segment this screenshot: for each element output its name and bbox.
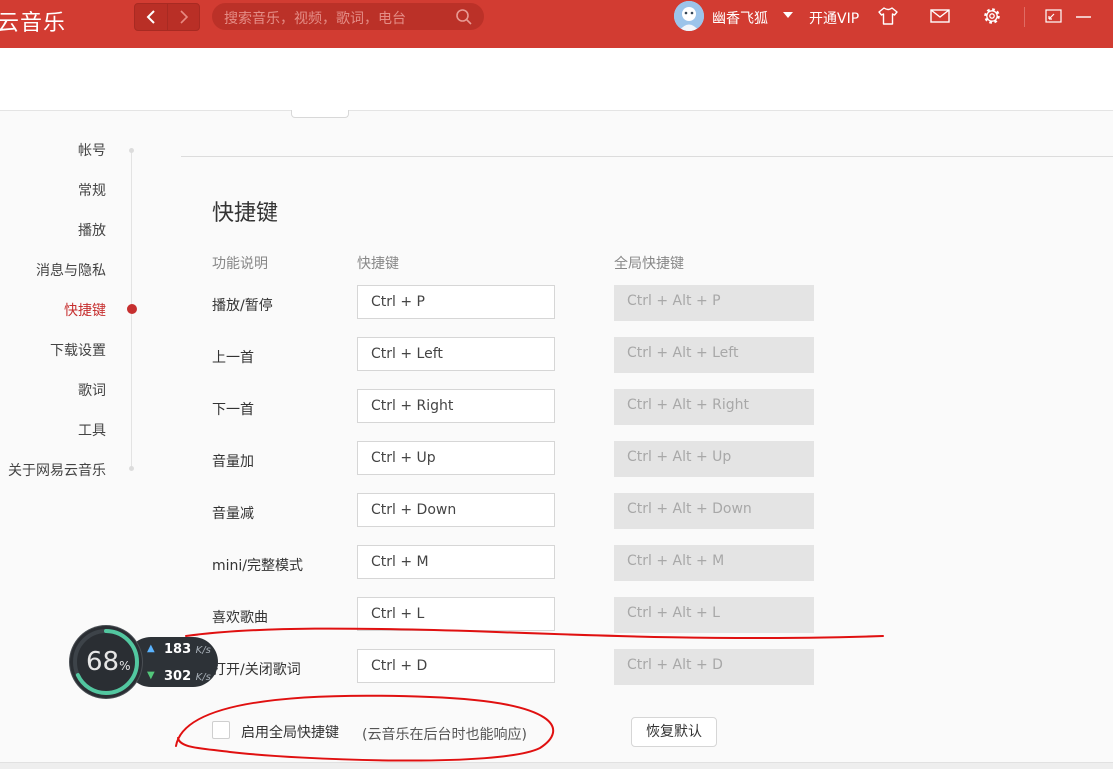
sidebar-item-download-settings[interactable]: 下载设置: [50, 340, 106, 360]
global-hotkey-value: Ctrl + Alt + Right: [627, 397, 749, 413]
hotkey-value: Ctrl + M: [371, 554, 429, 570]
sidebar-active-dot: [127, 304, 137, 314]
global-hotkey-value: Ctrl + Alt + Left: [627, 345, 739, 361]
hotkey-value: Ctrl + Left: [371, 346, 443, 362]
hotkey-input-volume-down[interactable]: Ctrl + Down: [357, 493, 555, 527]
settings-header-area: [0, 48, 1113, 111]
hotkey-value: Ctrl + Up: [371, 450, 436, 466]
shortcut-label-volume-down: 音量减: [212, 506, 254, 522]
shortcut-label-next: 下一首: [212, 402, 254, 418]
hotkey-value: Ctrl + L: [371, 606, 425, 622]
hotkey-input-mini-mode[interactable]: Ctrl + M: [357, 545, 555, 579]
hotkey-value: Ctrl + P: [371, 294, 425, 310]
global-hotkey-value: Ctrl + Alt + D: [627, 657, 723, 673]
column-header-global-hotkey: 全局快捷键: [614, 256, 684, 272]
chevron-left-icon: [146, 10, 155, 24]
hotkey-value: Ctrl + Down: [371, 502, 457, 518]
shortcut-label-previous: 上一首: [212, 350, 254, 366]
mini-mode-icon[interactable]: [1043, 5, 1065, 27]
avatar-image: [674, 1, 704, 31]
avatar[interactable]: [674, 1, 704, 31]
hotkey-input-play-pause[interactable]: Ctrl + P: [357, 285, 555, 319]
global-hotkey-input-toggle-lyrics[interactable]: Ctrl + Alt + D: [614, 649, 814, 685]
memory-usage-gauge: 68%: [70, 626, 142, 698]
global-hotkey-value: Ctrl + Alt + M: [627, 553, 725, 569]
global-hotkey-input-mini-mode[interactable]: Ctrl + Alt + M: [614, 545, 814, 581]
system-monitor-widget[interactable]: 68% ▲ 183 K/s ▼ 302 K/s: [70, 626, 220, 700]
header-tab-edge: [291, 110, 349, 118]
hotkey-value: Ctrl + D: [371, 658, 428, 674]
toolbar-divider: [1024, 7, 1025, 27]
sidebar-item-playback[interactable]: 播放: [78, 220, 106, 240]
mail-icon[interactable]: [929, 5, 951, 27]
chevron-down-icon[interactable]: [782, 10, 794, 20]
upload-speed: ▲ 183 K/s: [147, 642, 211, 657]
shortcut-label-toggle-lyrics: 打开/关闭歌词: [212, 662, 301, 678]
global-hotkey-input-previous[interactable]: Ctrl + Alt + Left: [614, 337, 814, 373]
sidebar-dot: [129, 148, 134, 153]
back-button[interactable]: [135, 4, 167, 30]
column-header-function: 功能说明: [212, 256, 268, 272]
shortcut-label-mini-mode: mini/完整模式: [212, 558, 304, 574]
history-nav: [134, 3, 200, 31]
shortcut-label-volume-up: 音量加: [212, 454, 254, 470]
sidebar-item-account[interactable]: 帐号: [78, 140, 106, 160]
global-hotkey-input-volume-down[interactable]: Ctrl + Alt + Down: [614, 493, 814, 529]
content-divider: [181, 156, 1113, 157]
reset-defaults-button[interactable]: 恢复默认: [631, 717, 717, 747]
global-hotkey-value: Ctrl + Alt + P: [627, 293, 721, 309]
sidebar-item-shortcuts[interactable]: 快捷键: [64, 300, 106, 320]
username[interactable]: 幽香飞狐: [712, 8, 768, 28]
gear-icon[interactable]: [981, 5, 1003, 27]
hotkey-value: Ctrl + Right: [371, 398, 454, 414]
sidebar-item-general[interactable]: 常规: [78, 180, 106, 200]
global-hotkey-input-like-song[interactable]: Ctrl + Alt + L: [614, 597, 814, 633]
chevron-right-icon: [180, 10, 189, 24]
shortcut-label-play-pause: 播放/暂停: [212, 298, 273, 314]
search-icon[interactable]: [455, 8, 473, 26]
column-header-hotkey: 快捷键: [357, 256, 399, 272]
sidebar-item-lyrics[interactable]: 歌词: [78, 380, 106, 400]
search-input[interactable]: 搜索音乐，视频，歌词，电台: [224, 8, 406, 28]
enable-global-hotkey-hint: (云音乐在后台时也能响应): [362, 727, 527, 743]
hotkey-input-volume-up[interactable]: Ctrl + Up: [357, 441, 555, 475]
skin-shirt-icon[interactable]: [877, 5, 899, 27]
sidebar-item-messages-privacy[interactable]: 消息与隐私: [36, 260, 106, 280]
search-box[interactable]: 搜索音乐，视频，歌词，电台: [212, 3, 484, 30]
global-hotkey-value: Ctrl + Alt + L: [627, 605, 720, 621]
vip-button[interactable]: 开通VIP: [809, 8, 859, 28]
global-hotkey-input-next[interactable]: Ctrl + Alt + Right: [614, 389, 814, 425]
enable-global-hotkey-checkbox[interactable]: [212, 721, 230, 739]
app-logo-text[interactable]: 云音乐: [0, 5, 66, 37]
global-hotkey-input-volume-up[interactable]: Ctrl + Alt + Up: [614, 441, 814, 477]
download-speed: ▼ 302 K/s: [147, 669, 211, 684]
shortcut-label-like-song: 喜欢歌曲: [212, 610, 268, 626]
upload-arrow-icon: ▲: [147, 643, 155, 654]
sidebar-dot: [129, 466, 134, 471]
memory-percent: 68%: [86, 647, 131, 677]
global-hotkey-value: Ctrl + Alt + Up: [627, 449, 732, 465]
hotkey-input-toggle-lyrics[interactable]: Ctrl + D: [357, 649, 555, 683]
sidebar-item-about[interactable]: 关于网易云音乐: [8, 460, 106, 480]
hotkey-input-previous[interactable]: Ctrl + Left: [357, 337, 555, 371]
global-hotkey-input-play-pause[interactable]: Ctrl + Alt + P: [614, 285, 814, 321]
hotkey-input-like-song[interactable]: Ctrl + L: [357, 597, 555, 631]
download-arrow-icon: ▼: [147, 670, 155, 681]
minimize-icon[interactable]: [1073, 5, 1095, 27]
hotkey-input-next[interactable]: Ctrl + Right: [357, 389, 555, 423]
title-bar: 云音乐 搜索音乐，视频，歌词，电台 幽香飞狐 开通VIP: [0, 0, 1113, 48]
sidebar-item-tools[interactable]: 工具: [78, 420, 106, 440]
global-hotkey-value: Ctrl + Alt + Down: [627, 501, 752, 517]
enable-global-hotkey-label[interactable]: 启用全局快捷键: [241, 722, 339, 742]
section-title: 快捷键: [212, 201, 279, 226]
forward-button[interactable]: [167, 4, 199, 30]
